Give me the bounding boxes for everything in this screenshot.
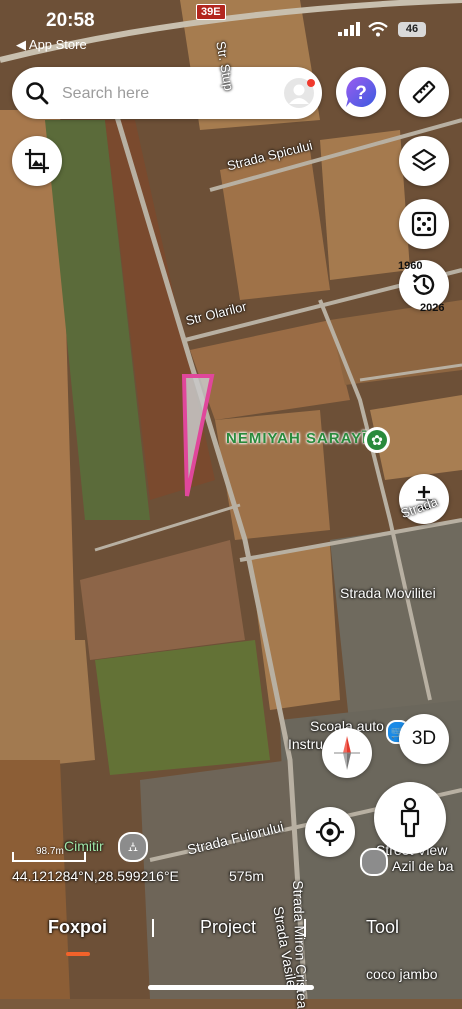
- history-start-year: 1960: [398, 260, 423, 272]
- label-azil: Azil de ba: [392, 858, 454, 874]
- image-crop-icon: [25, 149, 49, 173]
- poi-marker-icon[interactable]: ✿: [364, 427, 390, 453]
- my-location-button[interactable]: [305, 807, 355, 857]
- street-view-button[interactable]: [374, 782, 446, 854]
- location-pin-icon[interactable]: [360, 848, 388, 876]
- ruler-icon: [412, 80, 436, 104]
- status-bar: 20:58 ◀ App Store 46: [0, 0, 462, 60]
- active-tab-indicator: [66, 952, 90, 956]
- coordinates-readout: 44.121284°N,28.599216°E: [12, 868, 179, 884]
- compass-button[interactable]: [322, 728, 372, 778]
- compass-icon: [334, 736, 360, 770]
- poi-name-label[interactable]: NEMIYAH SARAYĪ: [226, 430, 367, 447]
- search-bar[interactable]: [12, 67, 322, 119]
- dice-icon: [411, 211, 437, 237]
- my-location-icon: [316, 818, 344, 846]
- avatar[interactable]: [284, 78, 315, 108]
- home-indicator: [148, 985, 314, 990]
- distance-readout: 575m: [229, 868, 265, 884]
- nav-tab-tool[interactable]: Tool: [366, 917, 399, 938]
- cemetery-marker-icon[interactable]: ⛼: [118, 832, 148, 862]
- bottom-navigation: Foxpoi Project Tool: [0, 905, 462, 965]
- search-input[interactable]: [60, 78, 284, 110]
- random-location-button[interactable]: [399, 199, 449, 249]
- cellular-signal-icon: [338, 22, 360, 36]
- battery-indicator: 46: [398, 22, 426, 37]
- nav-tab-foxpoi[interactable]: Foxpoi: [48, 917, 107, 938]
- nav-tab-project[interactable]: Project: [200, 917, 256, 938]
- back-to-app-store[interactable]: ◀ App Store: [16, 37, 87, 53]
- svg-text:?: ?: [355, 83, 367, 104]
- 3d-label: 3D: [411, 728, 437, 749]
- status-time: 20:58: [46, 10, 95, 31]
- history-end-year: 2026: [420, 302, 445, 314]
- layers-button[interactable]: [399, 136, 449, 186]
- label-strada-movilitei: Strada Movilitei: [340, 585, 436, 601]
- notification-dot: [307, 79, 315, 87]
- ruler-button[interactable]: [399, 67, 449, 117]
- wifi-icon: [368, 22, 388, 37]
- 3d-toggle-button[interactable]: 3D: [399, 714, 449, 764]
- street-view-pegman-icon: [400, 797, 420, 838]
- help-icon: ?: [346, 76, 377, 107]
- nav-separator: [152, 919, 154, 937]
- nav-separator: [304, 919, 306, 937]
- scale-label: 98.7m: [36, 846, 64, 857]
- layers-icon: [411, 148, 437, 172]
- help-button[interactable]: ?: [336, 67, 386, 117]
- road-shield: 39E: [196, 4, 226, 20]
- label-coco-jambo: coco jambo: [366, 966, 438, 982]
- search-icon: [26, 82, 49, 105]
- history-icon: [412, 273, 435, 295]
- image-crop-button[interactable]: [12, 136, 62, 186]
